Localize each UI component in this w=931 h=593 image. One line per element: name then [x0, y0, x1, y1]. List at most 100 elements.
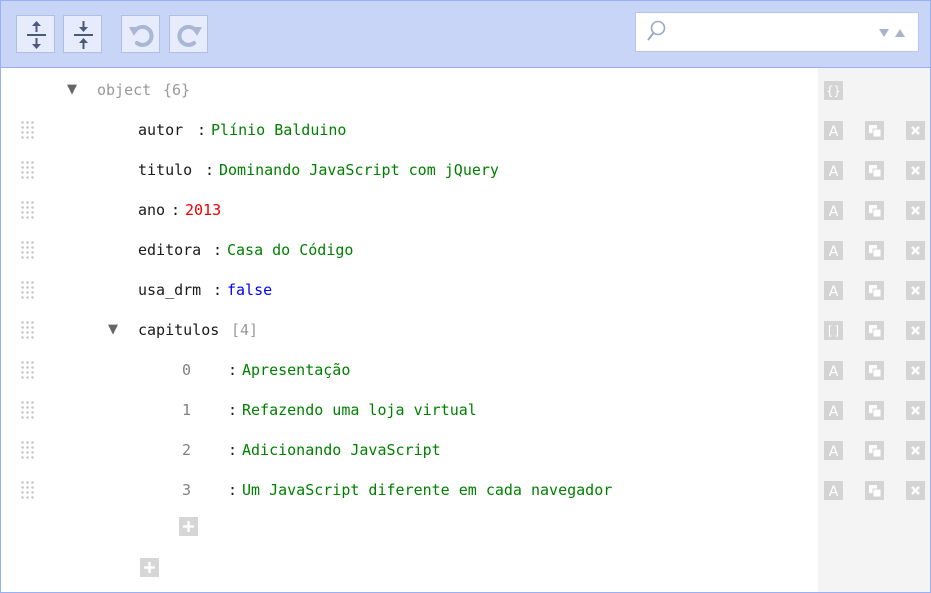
type-button[interactable]: A: [824, 201, 843, 220]
close-icon: [911, 126, 920, 135]
item-value[interactable]: Apresentação: [242, 360, 350, 380]
drag-handle-icon[interactable]: [20, 440, 34, 460]
close-icon: [911, 246, 920, 255]
svg-text:A: A: [829, 164, 839, 180]
collapse-all-icon: [74, 21, 93, 49]
drag-handle-icon[interactable]: [20, 120, 34, 140]
triangle-up-icon[interactable]: [894, 28, 906, 38]
type-button[interactable]: A: [824, 361, 843, 380]
type-button[interactable]: A: [824, 441, 843, 460]
type-button[interactable]: A: [824, 401, 843, 420]
expand-toggle-icon[interactable]: ▼: [67, 82, 77, 97]
triangle-down-icon[interactable]: [878, 28, 890, 38]
duplicate-button[interactable]: [865, 281, 884, 300]
field-value[interactable]: Casa do Código: [227, 240, 353, 260]
remove-button[interactable]: [906, 121, 925, 140]
root-label: object: [97, 81, 152, 99]
plus-icon: [144, 562, 155, 573]
drag-handle-icon[interactable]: [20, 280, 34, 300]
type-auto-icon: A: [829, 124, 839, 140]
collapse-all-button[interactable]: [63, 15, 102, 53]
append-field-button[interactable]: [140, 558, 159, 577]
field-value[interactable]: Dominando JavaScript com jQuery: [219, 160, 499, 180]
duplicate-icon: [869, 445, 882, 458]
field-separator: :: [228, 481, 238, 499]
drag-handle-icon[interactable]: [20, 200, 34, 220]
remove-button[interactable]: [906, 401, 925, 420]
field-value[interactable]: Plínio Balduino: [211, 120, 346, 140]
type-button[interactable]: A: [824, 241, 843, 260]
field-key[interactable]: titulo: [138, 160, 192, 180]
drag-handle-icon[interactable]: [20, 320, 34, 340]
svg-text:A: A: [829, 244, 839, 260]
array-item-row: 2 : Adicionando JavaScript A: [1, 430, 930, 470]
field-key[interactable]: editora: [138, 240, 201, 260]
duplicate-button[interactable]: [865, 361, 884, 380]
tree-root-row: ▼ object {6} {}: [1, 70, 930, 110]
field-key[interactable]: ano: [138, 200, 165, 220]
array-type-button[interactable]: []: [824, 321, 843, 340]
remove-button[interactable]: [906, 481, 925, 500]
duplicate-button[interactable]: [865, 161, 884, 180]
type-button[interactable]: A: [824, 121, 843, 140]
expand-all-button[interactable]: [16, 15, 55, 53]
plus-icon: [183, 521, 194, 532]
drag-handle-icon[interactable]: [20, 400, 34, 420]
field-key[interactable]: autor: [138, 120, 183, 140]
remove-button[interactable]: [906, 161, 925, 180]
toolbar: [1, 1, 930, 68]
redo-button[interactable]: [169, 15, 208, 53]
duplicate-button[interactable]: [865, 321, 884, 340]
root-count: {6}: [163, 81, 191, 99]
type-auto-icon: A: [829, 204, 839, 220]
type-button[interactable]: A: [824, 481, 843, 500]
close-icon: [911, 406, 920, 415]
drag-handle-icon[interactable]: [20, 480, 34, 500]
drag-handle-icon[interactable]: [20, 160, 34, 180]
remove-button[interactable]: [906, 321, 925, 340]
type-button[interactable]: A: [824, 281, 843, 300]
object-type-button[interactable]: {}: [824, 81, 843, 100]
type-button[interactable]: A: [824, 161, 843, 180]
type-auto-icon: A: [829, 404, 839, 420]
type-auto-icon: A: [829, 364, 839, 380]
duplicate-button[interactable]: [865, 121, 884, 140]
remove-button[interactable]: [906, 281, 925, 300]
drag-handle-icon[interactable]: [20, 240, 34, 260]
undo-icon: [129, 24, 154, 47]
field-separator: :: [171, 201, 181, 219]
field-value[interactable]: 2013: [185, 200, 221, 220]
remove-button[interactable]: [906, 241, 925, 260]
remove-button[interactable]: [906, 441, 925, 460]
type-auto-icon: A: [829, 484, 839, 500]
undo-button[interactable]: [121, 15, 160, 53]
close-icon: [911, 286, 920, 295]
item-value[interactable]: Adicionando JavaScript: [242, 440, 441, 460]
search-input[interactable]: [674, 19, 848, 47]
drag-handle-icon[interactable]: [20, 360, 34, 380]
item-index: 1: [182, 401, 192, 419]
duplicate-button[interactable]: [865, 441, 884, 460]
remove-button[interactable]: [906, 361, 925, 380]
svg-text:A: A: [829, 404, 839, 420]
item-value[interactable]: Um JavaScript diferente em cada navegado…: [242, 480, 612, 500]
object-type-icon: {}: [826, 84, 840, 98]
array-key[interactable]: capitulos: [138, 320, 219, 340]
duplicate-icon: [869, 405, 882, 418]
remove-button[interactable]: [906, 201, 925, 220]
close-icon: [911, 446, 920, 455]
type-auto-icon: A: [829, 164, 839, 180]
close-icon: [911, 206, 920, 215]
field-value[interactable]: false: [227, 280, 272, 300]
duplicate-button[interactable]: [865, 241, 884, 260]
tree-row-ano: ano : 2013 A: [1, 190, 930, 230]
close-icon: [911, 486, 920, 495]
duplicate-button[interactable]: [865, 401, 884, 420]
expand-toggle-icon[interactable]: ▼: [108, 322, 118, 337]
duplicate-button[interactable]: [865, 481, 884, 500]
expand-all-icon: [27, 21, 46, 49]
append-item-button[interactable]: [179, 517, 198, 536]
item-value[interactable]: Refazendo uma loja virtual: [242, 400, 477, 420]
field-key[interactable]: usa_drm: [138, 280, 201, 300]
duplicate-button[interactable]: [865, 201, 884, 220]
